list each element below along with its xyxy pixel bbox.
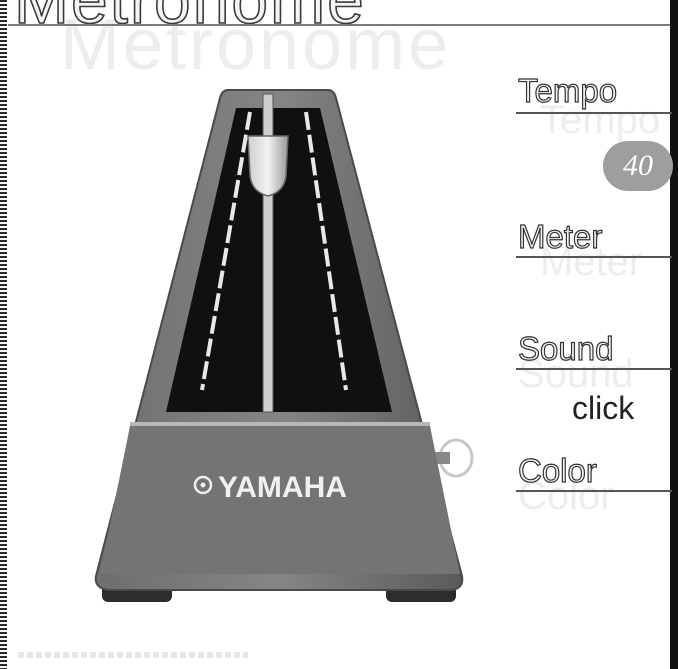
brand-label: YAMAHA (218, 471, 347, 504)
app-title: Metronome (13, 0, 366, 38)
sound-value[interactable]: click (572, 390, 634, 427)
metronome-illustration[interactable]: YAMAHA (80, 88, 480, 608)
panel-divider (130, 422, 430, 426)
color-underline (516, 490, 672, 492)
sound-underline (516, 368, 672, 370)
tempo-value-badge[interactable]: 40 (603, 141, 673, 191)
pendulum-weight[interactable] (247, 135, 289, 197)
right-window-border (670, 0, 678, 669)
sound-label[interactable]: Sound (517, 329, 614, 368)
title-underline (8, 24, 670, 26)
footer-faint-text (18, 652, 248, 658)
tempo-label: Tempo (517, 71, 618, 109)
meter-label[interactable]: Meter (517, 217, 603, 256)
meter-underline (516, 256, 672, 258)
left-window-border (0, 0, 7, 669)
tempo-underline (516, 112, 672, 114)
color-label[interactable]: Color (517, 451, 597, 490)
